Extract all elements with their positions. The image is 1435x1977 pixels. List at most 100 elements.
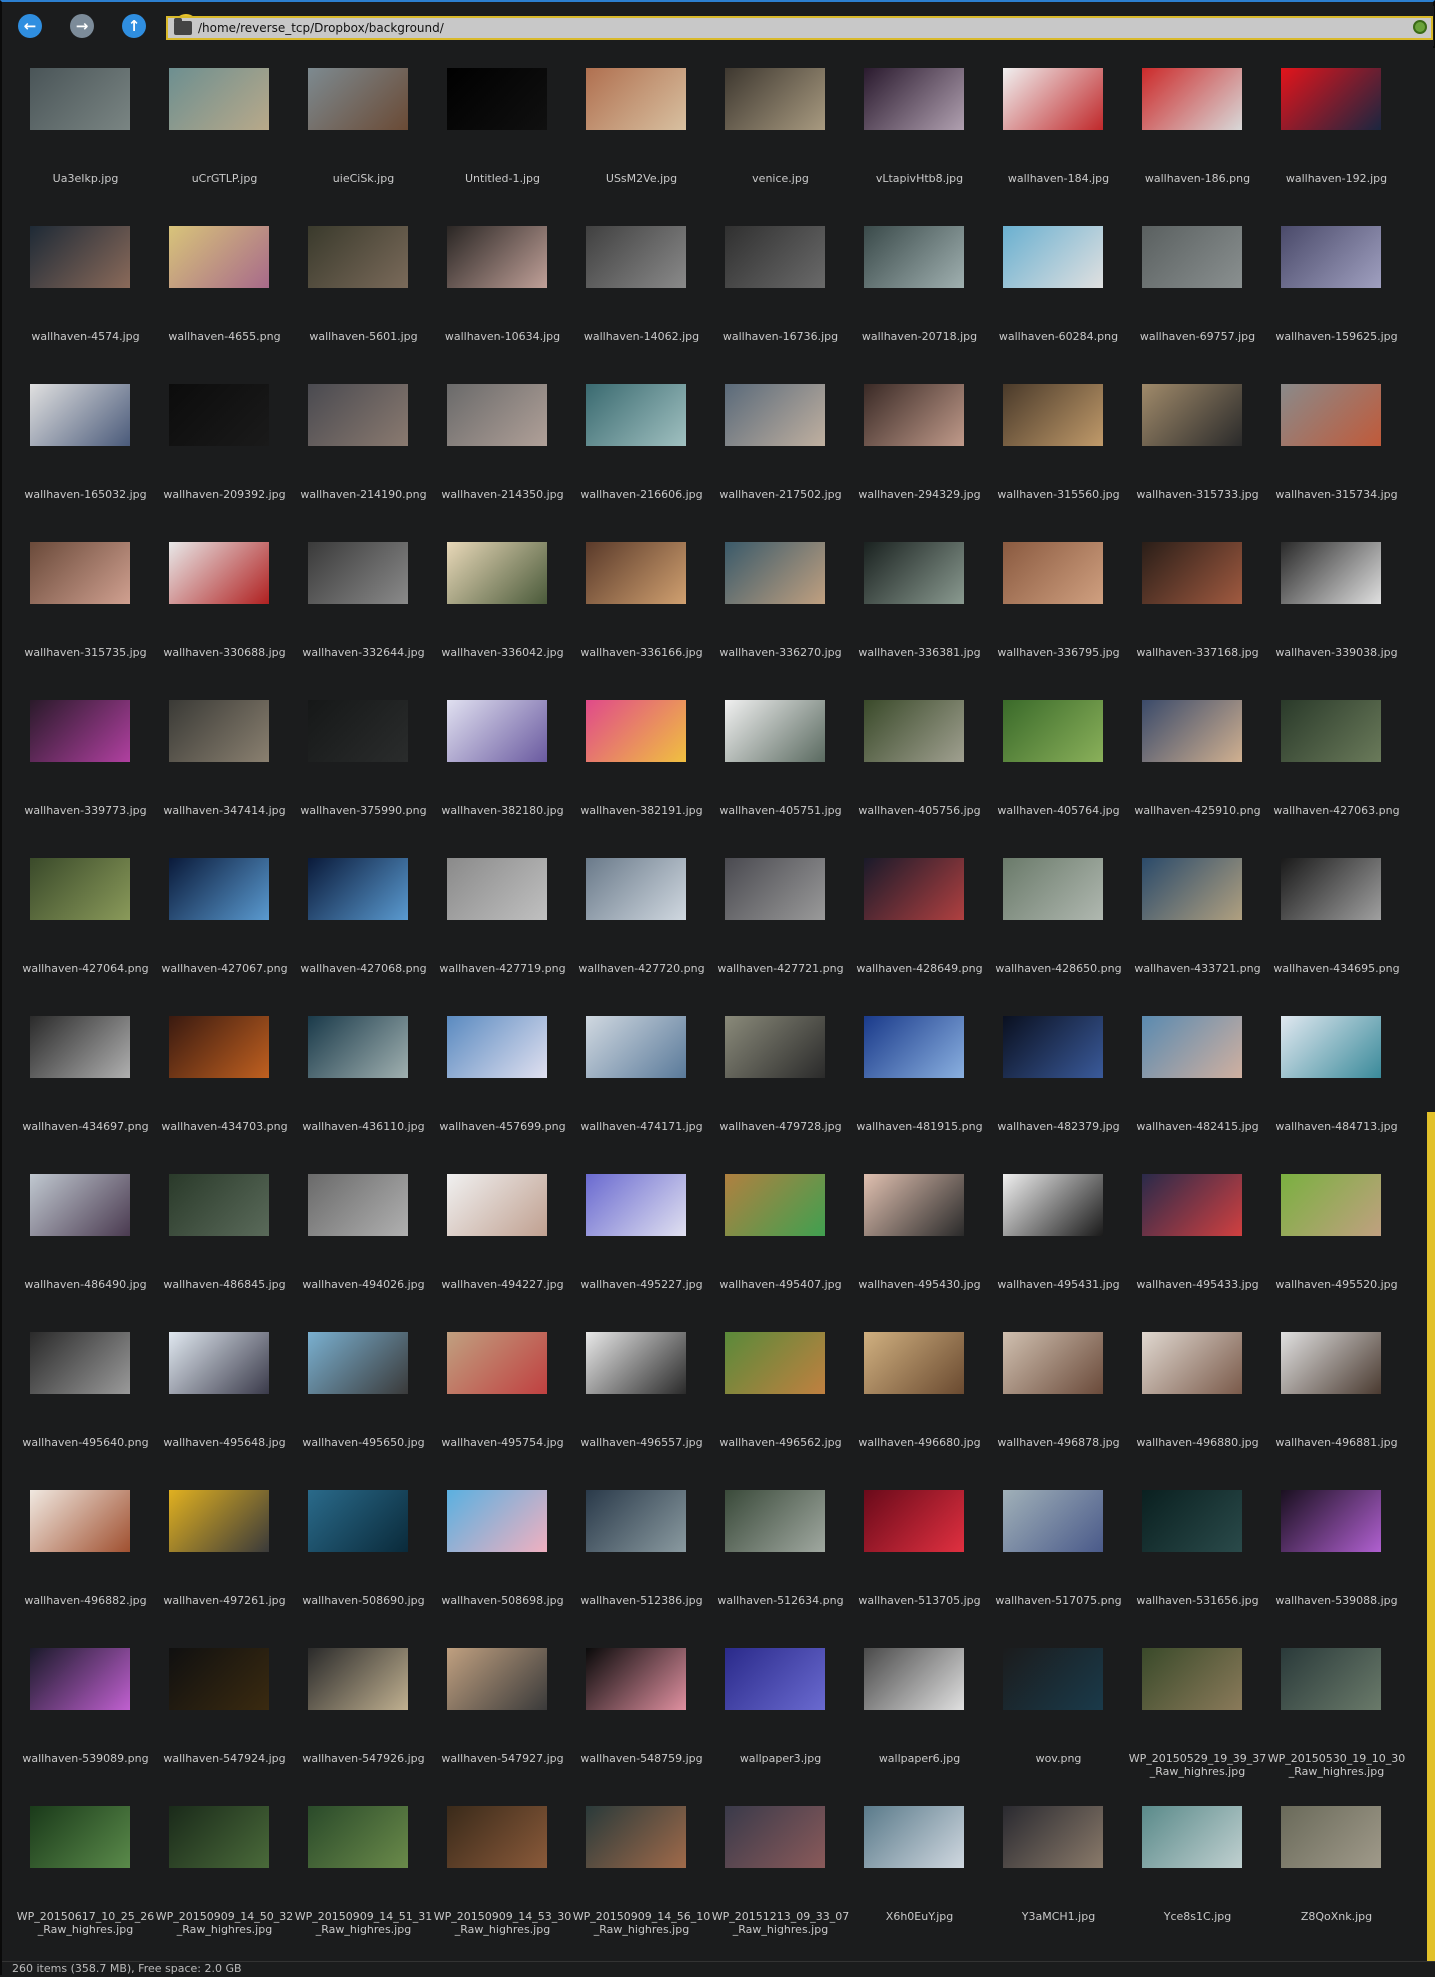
file-item[interactable]: wallhaven-436110.jpg (294, 1002, 433, 1158)
file-item[interactable]: wallhaven-494227.jpg (433, 1160, 572, 1316)
image-thumbnail[interactable] (1281, 1648, 1381, 1710)
file-item[interactable]: wallhaven-496557.jpg (572, 1318, 711, 1474)
file-item[interactable]: wallhaven-217502.jpg (711, 370, 850, 526)
image-thumbnail[interactable] (447, 1016, 547, 1078)
file-item[interactable]: Z8QoXnk.jpg (1267, 1792, 1406, 1948)
file-item[interactable]: wallhaven-495520.jpg (1267, 1160, 1406, 1316)
file-item[interactable]: Yce8s1C.jpg (1128, 1792, 1267, 1948)
image-thumbnail[interactable] (725, 1806, 825, 1868)
file-item[interactable]: wallhaven-484713.jpg (1267, 1002, 1406, 1158)
file-item[interactable]: wallhaven-494026.jpg (294, 1160, 433, 1316)
file-item[interactable]: wallhaven-337168.jpg (1128, 528, 1267, 684)
file-item[interactable]: wallhaven-512386.jpg (572, 1476, 711, 1632)
file-item[interactable]: wallhaven-5601.jpg (294, 212, 433, 368)
image-thumbnail[interactable] (1281, 1490, 1381, 1552)
image-thumbnail[interactable] (1142, 226, 1242, 288)
file-item[interactable]: wallhaven-495430.jpg (850, 1160, 989, 1316)
image-thumbnail[interactable] (586, 384, 686, 446)
file-item[interactable]: wallhaven-69757.jpg (1128, 212, 1267, 368)
image-thumbnail[interactable] (169, 68, 269, 130)
file-item[interactable]: WP_20150909_14_51_31_Raw_highres.jpg (294, 1792, 433, 1948)
image-thumbnail[interactable] (1142, 700, 1242, 762)
image-thumbnail[interactable] (1142, 384, 1242, 446)
image-thumbnail[interactable] (1281, 384, 1381, 446)
image-thumbnail[interactable] (447, 384, 547, 446)
file-item[interactable]: wallhaven-186.png (1128, 54, 1267, 210)
file-item[interactable]: wallhaven-375990.png (294, 686, 433, 842)
image-thumbnail[interactable] (864, 68, 964, 130)
file-item[interactable]: wallhaven-332644.jpg (294, 528, 433, 684)
file-item[interactable]: wallhaven-495433.jpg (1128, 1160, 1267, 1316)
image-thumbnail[interactable] (169, 1016, 269, 1078)
file-item[interactable]: WP_20150529_19_39_37_Raw_highres.jpg (1128, 1634, 1267, 1790)
image-thumbnail[interactable] (30, 1806, 130, 1868)
forward-arrow-icon[interactable]: → (70, 14, 94, 38)
file-item[interactable]: wallhaven-486490.jpg (16, 1160, 155, 1316)
file-item[interactable]: wallhaven-214350.jpg (433, 370, 572, 526)
image-thumbnail[interactable] (586, 226, 686, 288)
image-thumbnail[interactable] (308, 1174, 408, 1236)
image-thumbnail[interactable] (1281, 1332, 1381, 1394)
image-thumbnail[interactable] (308, 1332, 408, 1394)
file-item[interactable]: wallhaven-14062.jpg (572, 212, 711, 368)
image-thumbnail[interactable] (1281, 68, 1381, 130)
image-thumbnail[interactable] (725, 1332, 825, 1394)
file-item[interactable]: wallhaven-382191.jpg (572, 686, 711, 842)
file-item[interactable]: WP_20150909_14_56_10_Raw_highres.jpg (572, 1792, 711, 1948)
file-item[interactable]: wallhaven-336042.jpg (433, 528, 572, 684)
image-thumbnail[interactable] (308, 1490, 408, 1552)
image-thumbnail[interactable] (1281, 226, 1381, 288)
file-item[interactable]: wallhaven-428649.png (850, 844, 989, 1000)
image-thumbnail[interactable] (447, 68, 547, 130)
image-thumbnail[interactable] (1142, 1016, 1242, 1078)
file-item[interactable]: wallhaven-16736.jpg (711, 212, 850, 368)
image-thumbnail[interactable] (1003, 1806, 1103, 1868)
image-thumbnail[interactable] (169, 1806, 269, 1868)
file-item[interactable]: wallhaven-405764.jpg (989, 686, 1128, 842)
image-thumbnail[interactable] (725, 384, 825, 446)
image-thumbnail[interactable] (1003, 1490, 1103, 1552)
image-thumbnail[interactable] (1142, 1332, 1242, 1394)
file-item[interactable]: wallhaven-495754.jpg (433, 1318, 572, 1474)
file-item[interactable]: wallhaven-539088.jpg (1267, 1476, 1406, 1632)
file-item[interactable]: wallhaven-482379.jpg (989, 1002, 1128, 1158)
image-thumbnail[interactable] (447, 1648, 547, 1710)
file-item[interactable]: wallhaven-482415.jpg (1128, 1002, 1267, 1158)
image-thumbnail[interactable] (447, 700, 547, 762)
image-thumbnail[interactable] (864, 1332, 964, 1394)
image-thumbnail[interactable] (864, 700, 964, 762)
image-thumbnail[interactable] (169, 226, 269, 288)
image-thumbnail[interactable] (1281, 1016, 1381, 1078)
image-thumbnail[interactable] (1142, 68, 1242, 130)
file-item[interactable]: wallhaven-496880.jpg (1128, 1318, 1267, 1474)
image-thumbnail[interactable] (864, 858, 964, 920)
file-item[interactable]: wallhaven-428650.png (989, 844, 1128, 1000)
file-item[interactable]: wallhaven-547926.jpg (294, 1634, 433, 1790)
file-item[interactable]: wallhaven-184.jpg (989, 54, 1128, 210)
file-item[interactable]: wallhaven-474171.jpg (572, 1002, 711, 1158)
file-item[interactable]: wallhaven-294329.jpg (850, 370, 989, 526)
image-thumbnail[interactable] (308, 542, 408, 604)
image-thumbnail[interactable] (1142, 542, 1242, 604)
file-item[interactable]: wallhaven-336270.jpg (711, 528, 850, 684)
file-item[interactable]: wallhaven-512634.png (711, 1476, 850, 1632)
image-thumbnail[interactable] (1003, 1016, 1103, 1078)
image-thumbnail[interactable] (169, 1174, 269, 1236)
file-item[interactable]: wallhaven-427063.png (1267, 686, 1406, 842)
file-item[interactable]: wallhaven-4574.jpg (16, 212, 155, 368)
image-thumbnail[interactable] (169, 1490, 269, 1552)
file-item[interactable]: USsM2Ve.jpg (572, 54, 711, 210)
image-thumbnail[interactable] (308, 1648, 408, 1710)
image-thumbnail[interactable] (30, 1174, 130, 1236)
image-thumbnail[interactable] (447, 226, 547, 288)
file-item[interactable]: wallhaven-382180.jpg (433, 686, 572, 842)
file-item[interactable]: wallhaven-425910.png (1128, 686, 1267, 842)
go-icon[interactable] (1413, 20, 1427, 34)
file-item[interactable]: wallhaven-486845.jpg (155, 1160, 294, 1316)
image-thumbnail[interactable] (725, 1174, 825, 1236)
image-thumbnail[interactable] (864, 1016, 964, 1078)
image-thumbnail[interactable] (1003, 384, 1103, 446)
file-item[interactable]: wallhaven-495650.jpg (294, 1318, 433, 1474)
file-item[interactable]: wallhaven-336795.jpg (989, 528, 1128, 684)
image-thumbnail[interactable] (1003, 1648, 1103, 1710)
